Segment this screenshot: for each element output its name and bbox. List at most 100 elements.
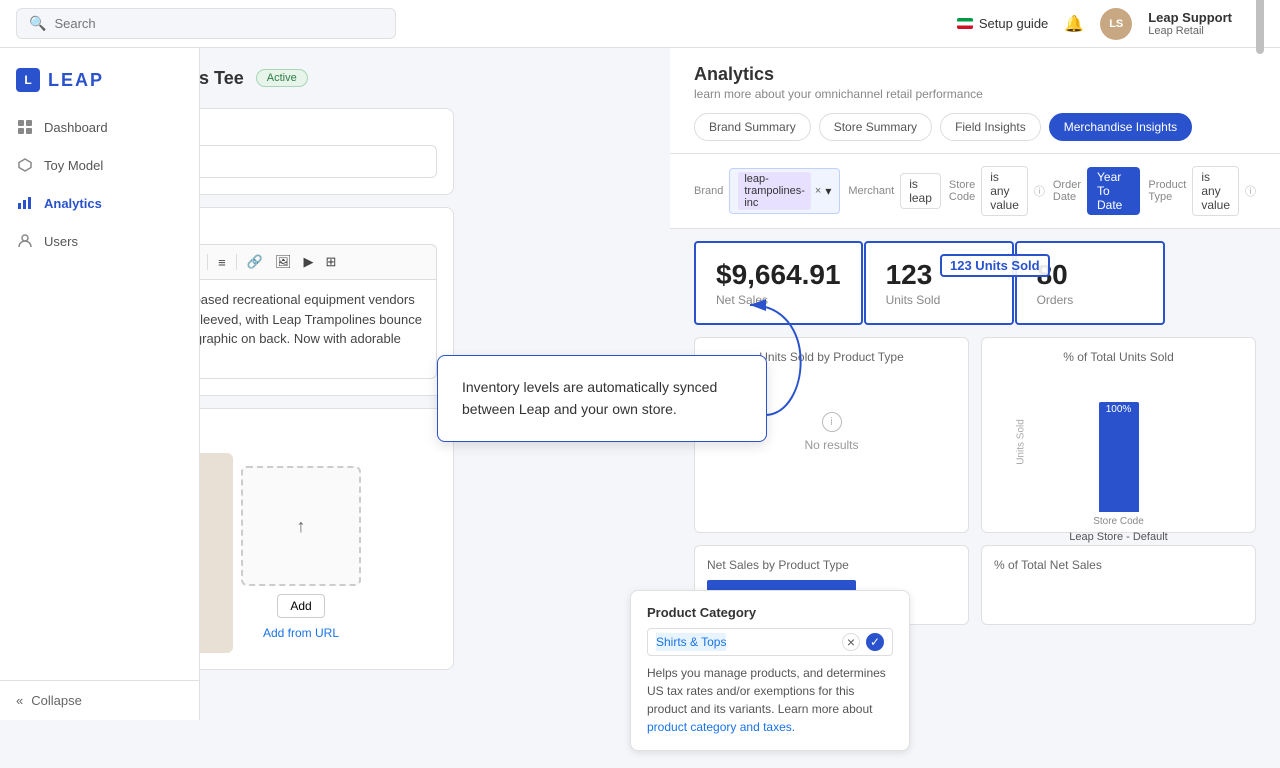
filter-brand-label: Brand (694, 185, 723, 197)
analytics-tabs: Brand Summary Store Summary Field Insigh… (694, 113, 1256, 141)
clear-category-icon[interactable]: × (842, 633, 860, 651)
leap-logo: L LEAP (0, 60, 199, 108)
leap-sidebar: L LEAP Dashboard Toy Model Analytics U (0, 48, 200, 720)
sidebar-item-dashboard[interactable]: Dashboard (0, 108, 199, 146)
orders-value: 80 (1037, 259, 1143, 291)
analytics-subtitle: learn more about your omnichannel retail… (694, 87, 1256, 101)
y-axis-label: Units Sold (1015, 419, 1026, 465)
user-name: Leap Support (1148, 10, 1232, 25)
avatar: LS (1100, 8, 1132, 40)
pct-net-sales-title: % of Total Net Sales (994, 558, 1243, 572)
user-info: Leap Support Leap Retail (1148, 10, 1232, 37)
scrollbar[interactable] (1256, 0, 1264, 54)
x-axis-label: Store Code (994, 516, 1243, 527)
pct-units-title: % of Total Units Sold (994, 350, 1243, 364)
confirm-category-icon[interactable]: ✓ (866, 633, 884, 651)
link-button[interactable]: 🔗 (243, 252, 267, 272)
filter-store-label: Store Code (949, 179, 975, 203)
filter-product-type: Product Type is any value ⓘ (1148, 166, 1256, 216)
collapse-icon: « (16, 693, 23, 708)
filter-merchant-label: Merchant (848, 185, 894, 197)
tab-brand-summary[interactable]: Brand Summary (694, 113, 811, 141)
pct-units-chart: % of Total Units Sold Units Sold 100% St… (981, 337, 1256, 533)
product-category-section: Product Category Shirts & Tops × ✓ Helps… (630, 590, 910, 751)
header-right: Setup guide 🔔 LS Leap Support Leap Retai… (957, 0, 1264, 54)
remove-brand-icon[interactable]: × (815, 185, 821, 197)
filter-date-value[interactable]: Year To Date (1087, 167, 1140, 215)
filter-product-type-value[interactable]: is any value (1192, 166, 1239, 216)
sidebar-analytics-label: Analytics (44, 196, 102, 211)
chevron-brand-icon: ▾ (825, 184, 831, 198)
analytics-title: Analytics (694, 64, 1256, 85)
collapse-label: Collapse (31, 693, 82, 708)
upload-box[interactable]: ↑ (241, 466, 361, 586)
setup-guide-btn[interactable]: Setup guide (957, 16, 1048, 31)
bar-chart-area: Units Sold 100% (994, 372, 1243, 512)
divider (207, 254, 208, 270)
search-input[interactable] (54, 16, 383, 31)
add-from-url-link[interactable]: Add from URL (263, 626, 339, 640)
filter-store-code: Store Code is any value ⓘ (949, 166, 1045, 216)
sidebar-item-toy-model[interactable]: Toy Model (0, 146, 199, 184)
units-sold-label: Units Sold (886, 293, 992, 307)
chart-legend: Leap Store - Default (994, 531, 1243, 543)
net-sales-chart-title: Net Sales by Product Type (707, 558, 956, 572)
leap-logo-text: LEAP (48, 70, 104, 91)
sidebar-item-users[interactable]: Users (0, 222, 199, 260)
sidebar-bottom: « Collapse (0, 680, 199, 720)
tab-field-insights[interactable]: Field Insights (940, 113, 1041, 141)
bar-item: 100% (1099, 402, 1139, 512)
upload-icon: ↑ (297, 516, 306, 537)
collapse-button[interactable]: « Collapse (0, 681, 199, 720)
filter-brand-chip[interactable]: leap-trampolines-inc × ▾ (729, 168, 840, 214)
cube-icon (16, 156, 34, 174)
category-tag: Shirts & Tops (656, 633, 726, 651)
user-org: Leap Retail (1148, 25, 1232, 37)
sidebar-dashboard-label: Dashboard (44, 120, 108, 135)
filter-product-type-label: Product Type (1148, 179, 1186, 203)
divider2 (236, 254, 237, 270)
sidebar-item-analytics[interactable]: Analytics (0, 184, 199, 222)
filter-merchant: Merchant is leap (848, 173, 941, 209)
product-category-desc: Helps you manage products, and determine… (647, 664, 893, 736)
metric-net-sales: $9,664.91 Net Sales (694, 241, 863, 325)
play-button[interactable]: ▶ (299, 252, 317, 272)
filter-store-value[interactable]: is any value (981, 166, 1028, 216)
filter-brand: Brand leap-trampolines-inc × ▾ (694, 168, 840, 214)
notifications-icon[interactable]: 🔔 (1064, 14, 1084, 34)
tab-merchandise-insights[interactable]: Merchandise Insights (1049, 113, 1192, 141)
pct-net-sales-chart: % of Total Net Sales (981, 545, 1256, 625)
filter-merchant-value[interactable]: is leap (900, 173, 941, 209)
no-results-text: No results (804, 438, 858, 452)
sidebar-users-label: Users (44, 234, 78, 249)
tooltip-text: Inventory levels are automatically synce… (462, 379, 717, 417)
orders-label: Orders (1037, 293, 1143, 307)
table-button[interactable]: ⊞ (321, 252, 340, 272)
filter-order-date: Order Date Year To Date (1053, 167, 1141, 215)
product-type-info-icon: ⓘ (1245, 183, 1256, 199)
sidebar-toy-model-label: Toy Model (44, 158, 103, 173)
image-button[interactable]: 🖼 (271, 252, 296, 272)
units-sold-badge: 123 Units Sold (940, 254, 1050, 277)
search-bar[interactable]: 🔍 (16, 8, 396, 39)
leap-logo-icon: L (16, 68, 40, 92)
tab-store-summary[interactable]: Store Summary (819, 113, 932, 141)
align-button[interactable]: ≡ (214, 253, 230, 272)
chart-icon (16, 194, 34, 212)
person-icon (16, 232, 34, 250)
info-icon: i (822, 412, 842, 432)
setup-guide-label: Setup guide (979, 16, 1048, 31)
grid-icon (16, 118, 34, 136)
inventory-tooltip: Inventory levels are automatically synce… (437, 355, 767, 442)
add-media-button[interactable]: Add (277, 594, 324, 618)
top-header: 🔍 Setup guide 🔔 LS Leap Support Leap Ret… (0, 0, 1280, 48)
brand-tag: leap-trampolines-inc (738, 172, 811, 210)
product-category-title: Product Category (647, 605, 893, 620)
product-category-input[interactable]: Shirts & Tops × ✓ (647, 628, 893, 656)
net-sales-value: $9,664.91 (716, 259, 841, 291)
category-taxes-link[interactable]: product category and taxes. (647, 720, 795, 734)
flag-icon (957, 18, 973, 29)
bar-value-label: 100% (1099, 402, 1139, 417)
store-code-info-icon: ⓘ (1034, 183, 1045, 199)
search-icon: 🔍 (29, 15, 46, 32)
